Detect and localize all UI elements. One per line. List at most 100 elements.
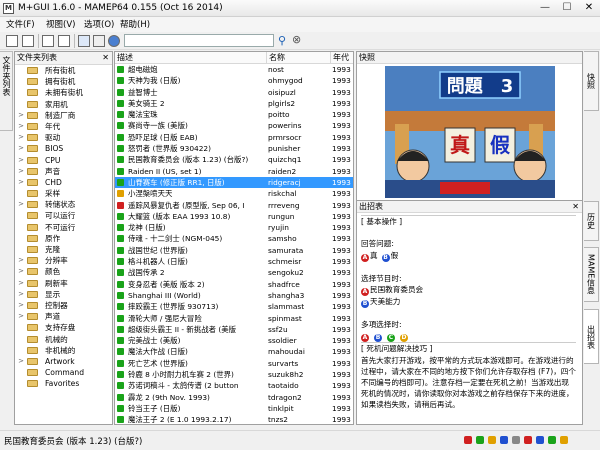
close-icon[interactable]: ✕ — [102, 52, 109, 64]
game-row[interactable]: 魔法大作战 (日版) mahoudai 1993 — [115, 346, 353, 357]
tab-cheat[interactable]: 出招表 — [584, 309, 599, 364]
folder-item[interactable]: 可以运行 — [15, 210, 112, 221]
game-row[interactable]: 龙神 (日版) ryujin 1993 — [115, 222, 353, 233]
help-icon[interactable] — [108, 35, 120, 47]
folder-icon[interactable] — [78, 35, 90, 47]
tab-snapshot[interactable]: 快照 — [584, 51, 599, 111]
clear-search-icon[interactable]: ⊗ — [292, 33, 301, 46]
folder-item[interactable]: 支持存盘 — [15, 322, 112, 333]
game-row[interactable]: 铃当王子 (日版) tinklpit 1993 — [115, 403, 353, 414]
column-header-name[interactable]: 名称 — [267, 52, 331, 64]
folder-item[interactable]: 家用机 — [15, 99, 112, 110]
folder-item[interactable]: > 分辨率 — [15, 255, 112, 266]
column-header-description[interactable]: 描述 — [115, 52, 267, 64]
expand-icon[interactable]: > — [17, 266, 25, 277]
game-row[interactable]: 霹龙 2 (9th Nov. 1993) tdragon2 1993 — [115, 392, 353, 403]
folder-item[interactable]: 非机械的 — [15, 345, 112, 356]
folder-item[interactable]: 采样 — [15, 188, 112, 199]
expand-icon[interactable]: > — [17, 132, 25, 143]
menu-file[interactable]: 文件(F) — [6, 18, 35, 30]
folder-item[interactable]: > BIOS — [15, 143, 112, 154]
folder-item[interactable]: 机械的 — [15, 334, 112, 345]
game-row[interactable]: 变身忍者 (美版 版本 2) shadfrce 1993 — [115, 279, 353, 290]
large-icons-view-icon[interactable] — [42, 35, 54, 47]
menu-view[interactable]: 视图(V) — [46, 18, 75, 30]
close-icon[interactable]: ✕ — [572, 201, 579, 212]
expand-icon[interactable]: > — [17, 356, 25, 367]
expand-icon[interactable]: > — [17, 278, 25, 289]
game-row[interactable]: 格斗机器人 (日版) schmeisr 1993 — [115, 256, 353, 267]
game-row[interactable]: 赛尚寺一族 (美版) powerins 1993 — [115, 120, 353, 131]
game-row[interactable]: 超电磁炮 nost 1993 — [115, 64, 353, 75]
details-view-icon[interactable] — [58, 35, 70, 47]
folder-item[interactable]: > CPU — [15, 155, 112, 166]
wrench-icon[interactable] — [93, 35, 105, 47]
game-row[interactable]: 铃鹿 8 小时耐力机车赛 2 (世界) suzuk8h2 1993 — [115, 369, 353, 380]
folder-item[interactable]: > 显示 — [15, 289, 112, 300]
game-row[interactable]: 益智博士 oisipuzl 1993 — [115, 87, 353, 98]
folder-item[interactable]: > 声音 — [15, 166, 112, 177]
folder-item[interactable]: > Artwork — [15, 356, 112, 367]
game-row[interactable]: 魔法宝珠 poitto 1993 — [115, 109, 353, 120]
game-row[interactable]: 天神为我 (日版) ohmygod 1993 — [115, 75, 353, 86]
expand-icon[interactable]: > — [17, 177, 25, 188]
game-row[interactable]: 大耀篮 (版本 EAA 1993 10.8) rungun 1993 — [115, 211, 353, 222]
game-row[interactable]: 完美战士 (美版) ssoldier 1993 — [115, 335, 353, 346]
tab-mameinfo[interactable]: MAME信息 — [584, 247, 599, 302]
folder-item[interactable]: > 声道 — [15, 311, 112, 322]
game-row[interactable]: 滑轮大师 / 强尼大冒险 spinmast 1993 — [115, 313, 353, 324]
folder-item[interactable]: > 转储状态 — [15, 199, 112, 210]
folder-item[interactable]: Command — [15, 367, 112, 378]
game-row[interactable]: 苏诺词稿斗 - 太鸽传谱 (2 button taotaido 1993 — [115, 380, 353, 391]
game-row[interactable]: 恐吓足球 (日版 EAB) prmrsocr 1993 — [115, 132, 353, 143]
menu-help[interactable]: 帮助(H) — [120, 18, 150, 30]
game-row[interactable]: 摔跤霸王 (世界版 930713) slammast 1993 — [115, 301, 353, 312]
game-row[interactable]: 山脊赛车 (修正版 RR1, 日版) ridgeracj 1993 — [115, 176, 353, 189]
game-row[interactable]: 美女骑王 2 plgirls2 1993 — [115, 98, 353, 109]
game-row[interactable]: 小涅槃喷天天 riskchal 1993 — [115, 188, 353, 199]
expand-icon[interactable]: > — [17, 166, 25, 177]
folder-item[interactable]: 克隆 — [15, 244, 112, 255]
game-row[interactable]: 怒罚者 (世界版 930422) punisher 1993 — [115, 143, 353, 154]
tab-history[interactable]: 历史 — [584, 201, 599, 241]
expand-icon[interactable]: > — [17, 300, 25, 311]
folder-item[interactable]: Favorites — [15, 378, 112, 389]
game-row[interactable]: Raiden II (US, set 1) raiden2 1993 — [115, 166, 353, 177]
folder-item[interactable]: > 颜色 — [15, 266, 112, 277]
folder-item[interactable]: 拥有街机 — [15, 76, 112, 87]
folder-item[interactable]: > 制造厂商 — [15, 110, 112, 121]
minimize-button[interactable]: — — [534, 0, 556, 16]
game-row[interactable]: 战国传承 2 sengoku2 1993 — [115, 267, 353, 278]
folder-item[interactable]: > 控制器 — [15, 300, 112, 311]
expand-icon[interactable]: > — [17, 143, 25, 154]
game-row[interactable]: 死亡艺术 (世界版) survarts 1993 — [115, 358, 353, 369]
game-row[interactable]: Shanghai III (World) shangha3 1993 — [115, 290, 353, 301]
expand-icon[interactable]: > — [17, 255, 25, 266]
close-button[interactable]: ✕ — [578, 0, 600, 16]
expand-icon[interactable]: > — [17, 289, 25, 300]
game-row[interactable]: 民国教育委员会 (版本 1.23) (台版?) quizchq1 1993 — [115, 154, 353, 165]
game-row[interactable]: 遥踪风暴复仇者 (原型版, Sep 06, I rrreveng 1993 — [115, 200, 353, 211]
folder-item[interactable]: > 刷新率 — [15, 278, 112, 289]
folder-item[interactable]: > CHD — [15, 177, 112, 188]
folder-item[interactable]: 所有街机 — [15, 65, 112, 76]
folder-item[interactable]: > 驱动 — [15, 132, 112, 143]
game-row[interactable]: 侍魂 - 十二剑士 (NGM-045) samsho 1993 — [115, 233, 353, 244]
toggle-folder-list-icon[interactable] — [6, 35, 18, 47]
tab-folder-list[interactable]: 文件夹列表 — [0, 51, 13, 131]
folder-item[interactable]: 未拥有街机 — [15, 87, 112, 98]
column-header-year[interactable]: 年代 — [331, 52, 353, 64]
folder-item[interactable]: 原作 — [15, 233, 112, 244]
menu-options[interactable]: 选项(O) — [84, 18, 114, 30]
expand-icon[interactable]: > — [17, 110, 25, 121]
expand-icon[interactable]: > — [17, 199, 25, 210]
search-icon[interactable]: ⚲ — [278, 34, 286, 47]
expand-icon[interactable]: > — [17, 155, 25, 166]
game-row[interactable]: 超级街头霸王 II - 新挑战者 (美版 ssf2u 1993 — [115, 324, 353, 335]
game-row[interactable]: 魔法王子 2 (E 1.0 1993.2.17) tnzs2 1993 — [115, 414, 353, 424]
maximize-button[interactable]: ☐ — [556, 0, 578, 16]
game-row[interactable]: 战国世纪 (世界版) samurata 1993 — [115, 245, 353, 256]
expand-icon[interactable]: > — [17, 121, 25, 132]
search-input[interactable] — [124, 34, 274, 47]
toggle-screenshot-icon[interactable] — [22, 35, 34, 47]
